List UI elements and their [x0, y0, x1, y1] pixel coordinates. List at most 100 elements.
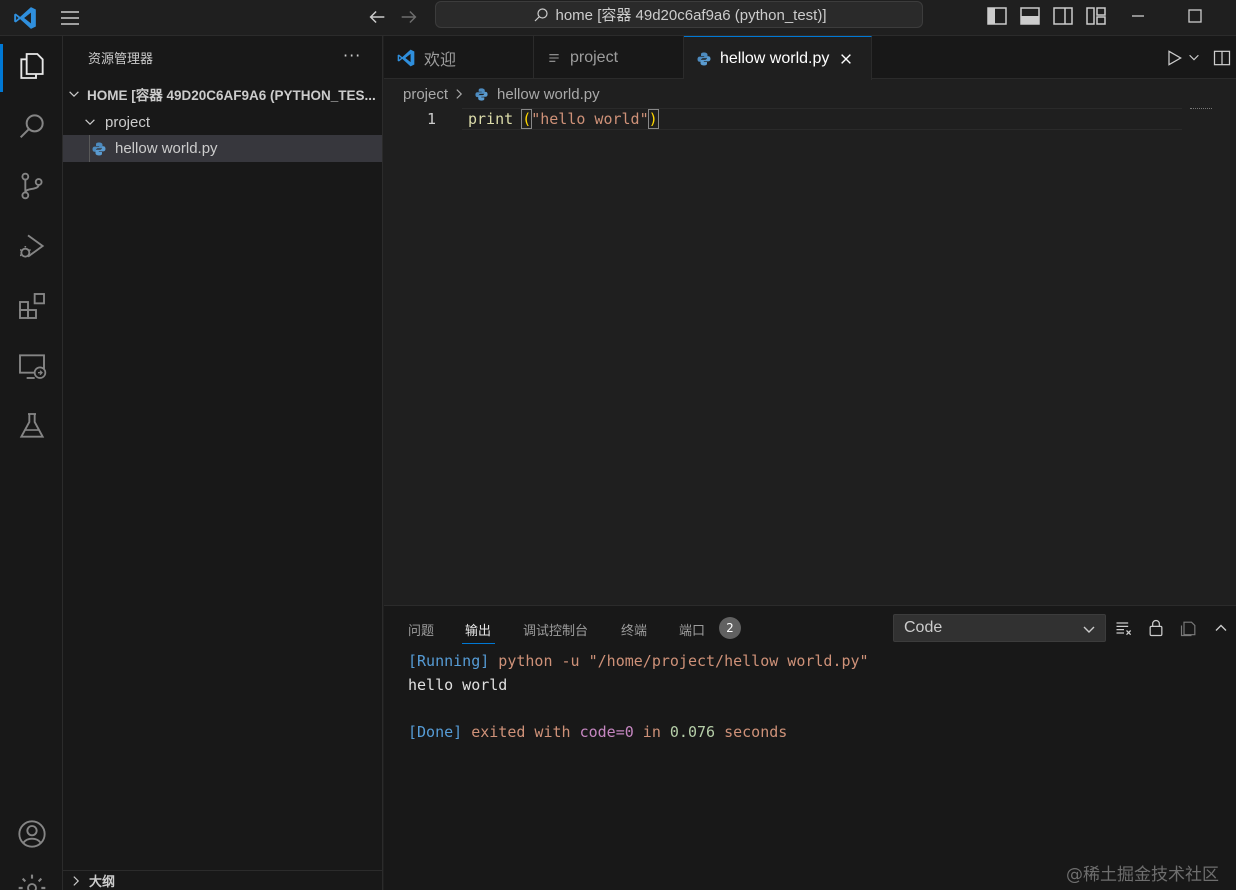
output-line-running: [Running] python -u "/home/project/hello…: [408, 651, 869, 671]
split-editor-icon[interactable]: [1212, 48, 1232, 68]
panel-tab-output[interactable]: 输出: [465, 620, 491, 639]
run-file-icon[interactable]: [1164, 48, 1184, 68]
exit-code: code=0: [579, 723, 634, 741]
run-debug-icon: [20, 234, 45, 258]
vscode-logo-icon: [14, 7, 36, 29]
search-icon: [534, 7, 548, 21]
chevron-up-icon[interactable]: [1211, 618, 1231, 638]
vscode-icon: [397, 49, 415, 66]
account-icon: [18, 820, 46, 848]
output-line-result: hello world: [408, 676, 508, 694]
bottom-panel: 问题 输出 调试控制台 终端 端口 2 Code [Running] pytho…: [384, 605, 1236, 890]
remote-explorer-button[interactable]: [14, 348, 50, 384]
tab-welcome[interactable]: 欢迎: [384, 36, 534, 79]
forward-arrow-icon[interactable]: [398, 6, 420, 28]
maximize-icon[interactable]: [1183, 4, 1207, 28]
list-icon: [549, 53, 559, 62]
code-line[interactable]: print ("hello world"): [468, 109, 659, 129]
menu-icon[interactable]: [58, 6, 82, 30]
workspace-root-label: HOME [容器 49D20C6AF9A6 (PYTHON_TES...: [87, 88, 376, 103]
folder-label: project: [105, 113, 151, 131]
toggle-panel-icon[interactable]: [1018, 4, 1042, 28]
close-icon[interactable]: [839, 52, 853, 66]
tab-label: hellow world.py: [720, 49, 830, 67]
open-log-icon[interactable]: [1179, 618, 1199, 638]
file-hellow-world-py[interactable]: hellow world.py: [63, 135, 382, 162]
python-icon: [475, 87, 488, 101]
tree-indent-guide: [89, 135, 90, 162]
breadcrumb-file[interactable]: hellow world.py: [497, 86, 600, 103]
toggle-primary-sidebar-icon[interactable]: [985, 4, 1009, 28]
files-icon: [20, 53, 44, 79]
line-number: 1: [426, 110, 436, 128]
watermark: @稀土掘金技术社区: [1066, 865, 1219, 885]
chevron-down-icon: [69, 91, 79, 98]
breadcrumb-folder[interactable]: project: [403, 86, 448, 103]
done-tag: [Done]: [408, 723, 463, 741]
command-center-text: home [容器 49d20c6af9a6 (python_test)]: [555, 7, 827, 24]
minimap[interactable]: [1190, 108, 1212, 109]
code-token-function: print: [468, 110, 514, 128]
editor-tabs: 欢迎 project hellow world.py: [384, 36, 1236, 80]
tab-project[interactable]: project: [534, 36, 684, 79]
running-tag: [Running]: [408, 652, 490, 670]
remote-explorer-icon: [19, 354, 47, 379]
running-command: python -u "/home/project/hellow world.py…: [489, 652, 869, 670]
duration-value: 0.076: [669, 723, 716, 741]
panel-tab-debug-console[interactable]: 调试控制台: [523, 620, 588, 639]
panel-tab-ports[interactable]: 端口: [679, 620, 705, 639]
active-tab-underline: [462, 643, 495, 644]
run-and-debug-button[interactable]: [14, 228, 50, 264]
tab-label: 欢迎: [424, 51, 457, 69]
code-token-close-paren: ): [647, 109, 659, 129]
tab-hellow-world-py[interactable]: hellow world.py: [684, 36, 872, 80]
source-control-icon: [21, 172, 43, 200]
duration-unit: seconds: [715, 723, 788, 741]
minimize-icon[interactable]: [1126, 4, 1150, 28]
tab-label: project: [570, 48, 619, 66]
clear-output-icon[interactable]: [1114, 618, 1134, 638]
flask-icon: [19, 413, 45, 438]
code-token-string: "hello world": [531, 110, 649, 128]
chevron-right-icon: [456, 89, 463, 99]
python-icon: [697, 52, 711, 65]
output-channel-select[interactable]: Code: [893, 614, 1106, 642]
customize-layout-icon[interactable]: [1084, 4, 1108, 28]
lock-icon[interactable]: [1146, 618, 1166, 638]
activity-bar: [0, 36, 63, 890]
outline-label: 大纲: [89, 875, 116, 890]
done-in: in: [633, 723, 670, 741]
gear-icon: [18, 874, 46, 890]
chevron-down-icon: [1083, 626, 1095, 633]
extensions-button[interactable]: [14, 288, 50, 324]
back-arrow-icon[interactable]: [366, 6, 388, 28]
breadcrumb: project hellow world.py: [384, 80, 600, 108]
output-line-done: [Done] exited with code=0 in 0.076 secon…: [408, 722, 787, 742]
accounts-button[interactable]: [14, 816, 50, 852]
explorer-button[interactable]: [14, 48, 50, 84]
panel-tab-problems[interactable]: 问题: [408, 620, 434, 639]
ports-count-badge: 2: [719, 617, 741, 639]
explorer-more-actions[interactable]: ···: [343, 46, 361, 65]
extensions-icon: [19, 293, 45, 319]
source-control-button[interactable]: [14, 168, 50, 204]
done-text: exited with: [462, 723, 580, 741]
workspace-root[interactable]: HOME [容器 49D20C6AF9A6 (PYTHON_TES...: [63, 81, 382, 107]
active-view-indicator: [0, 44, 3, 92]
explorer-title: 资源管理器: [88, 52, 154, 67]
code-editor[interactable]: 1 print ("hello world"): [384, 108, 1236, 605]
chevron-down-icon[interactable]: [1187, 50, 1201, 64]
toggle-secondary-sidebar-icon[interactable]: [1051, 4, 1075, 28]
manage-button[interactable]: [14, 870, 50, 890]
chevron-down-icon: [85, 119, 95, 126]
python-file-icon: [92, 142, 106, 155]
code-token-open-paren: (: [521, 109, 533, 129]
command-center-search[interactable]: home [容器 49d20c6af9a6 (python_test)]: [435, 1, 923, 28]
folder-project[interactable]: project: [63, 109, 382, 135]
output-channel-value: Code: [904, 619, 943, 636]
search-view-button[interactable]: [14, 108, 50, 144]
outline-section[interactable]: 大纲: [63, 870, 382, 890]
panel-tab-terminal[interactable]: 终端: [621, 620, 647, 639]
testing-button[interactable]: [14, 408, 50, 444]
